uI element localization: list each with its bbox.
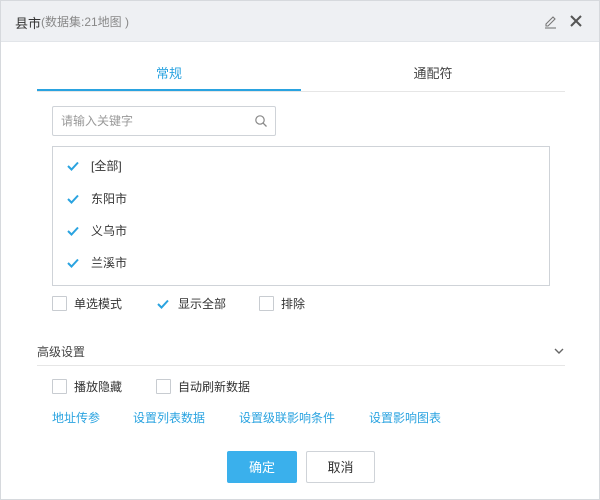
option-label: 播放隐藏 <box>74 380 123 394</box>
checkbox-unchecked[interactable] <box>52 296 67 311</box>
checkbox-checked[interactable] <box>66 159 80 173</box>
link-set-cascade-conditions[interactable]: 设置级联影响条件 <box>239 409 335 426</box>
list-item-label: 兰溪市 <box>91 256 128 270</box>
dialog-title: 县市 <box>15 16 42 31</box>
chevron-down-icon[interactable] <box>553 345 565 357</box>
link-set-list-data[interactable]: 设置列表数据 <box>133 409 205 426</box>
cancel-button[interactable]: 取消 <box>306 451 375 483</box>
search-box <box>52 106 276 136</box>
checkbox-checked[interactable] <box>156 297 170 311</box>
dialog: 县市 (数据集:21地图 ) 常规 通配符 [全部] 东阳市 义乌市 <box>0 0 600 500</box>
checkbox-unchecked[interactable] <box>52 379 67 394</box>
search-icon[interactable] <box>254 114 268 128</box>
option-label: 单选模式 <box>74 297 123 311</box>
confirm-button[interactable]: 确定 <box>227 451 297 483</box>
checkbox-unchecked[interactable] <box>259 296 274 311</box>
checkbox-unchecked[interactable] <box>156 379 171 394</box>
checkbox-checked[interactable] <box>66 256 80 270</box>
edit-icon[interactable] <box>542 13 558 29</box>
close-icon[interactable] <box>569 14 583 28</box>
dialog-subtitle: (数据集:21地图 ) <box>41 15 130 29</box>
divider <box>37 365 565 366</box>
tab-wildcard[interactable]: 通配符 <box>301 59 565 89</box>
list-item-label: 东阳市 <box>91 192 128 206</box>
link-address-params[interactable]: 地址传参 <box>52 409 100 426</box>
option-label: 自动刷新数据 <box>178 380 251 394</box>
value-list: [全部] 东阳市 义乌市 兰溪市 <box>52 146 550 286</box>
link-set-affected-charts[interactable]: 设置影响图表 <box>369 409 441 426</box>
checkbox-checked[interactable] <box>66 224 80 238</box>
list-item-label: [全部] <box>91 159 122 173</box>
search-input[interactable] <box>61 107 251 135</box>
option-label: 排除 <box>281 297 306 311</box>
list-item-label: 义乌市 <box>91 224 128 238</box>
titlebar: 县市 (数据集:21地图 ) <box>1 1 599 42</box>
tab-general[interactable]: 常规 <box>37 59 301 91</box>
option-label: 显示全部 <box>178 297 227 311</box>
tab-bar: 常规 通配符 <box>37 59 565 92</box>
checkbox-checked[interactable] <box>66 192 80 206</box>
advanced-settings-title[interactable]: 高级设置 <box>37 343 85 360</box>
